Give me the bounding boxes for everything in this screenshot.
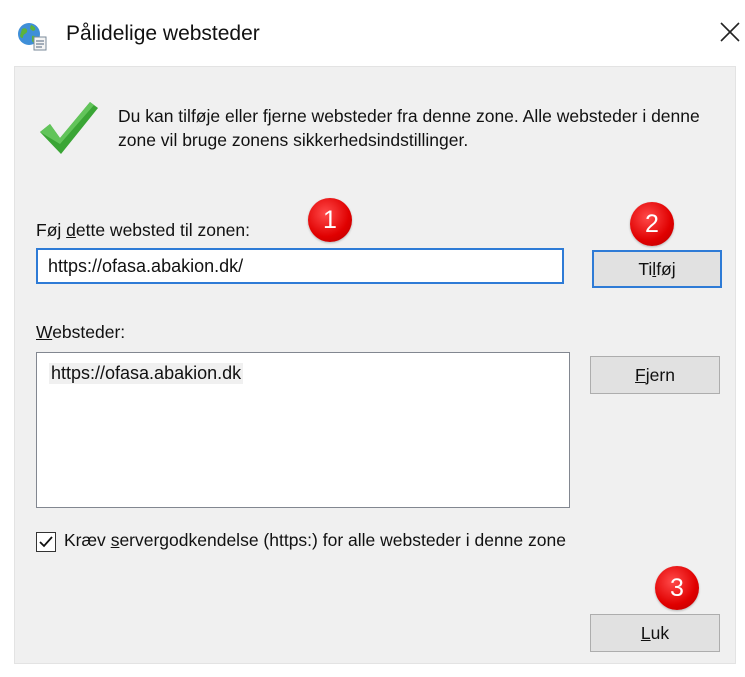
checkmark-icon: [40, 102, 98, 154]
remove-button[interactable]: Fjern: [590, 356, 720, 394]
require-https-checkbox[interactable]: [36, 532, 56, 552]
step-marker-1: 1: [308, 198, 352, 242]
clipped-background-text: [0, 0, 745, 12]
step-marker-3: 3: [655, 566, 699, 610]
list-item[interactable]: https://ofasa.abakion.dk: [49, 363, 244, 384]
checkbox-check-icon: [39, 536, 53, 548]
sites-label: Websteder:: [36, 322, 126, 342]
require-https-label: Kræv servergodkendelse (https:) for alle…: [64, 530, 566, 550]
close-button[interactable]: Luk: [590, 614, 720, 652]
add-site-label: Føj dette websted til zonen:: [36, 220, 251, 240]
sites-listbox[interactable]: https://ofasa.abakion.dk: [36, 352, 570, 508]
add-button[interactable]: Tilføj: [592, 250, 722, 288]
globe-icon: [18, 23, 47, 51]
step-marker-2: 2: [630, 202, 674, 246]
window-title: Pålidelige websteder: [66, 22, 260, 45]
add-site-input[interactable]: https://ofasa.abakion.dk/: [36, 248, 564, 284]
info-text: Du kan tilføje eller fjerne websteder fr…: [118, 106, 700, 150]
close-icon[interactable]: [716, 18, 744, 46]
